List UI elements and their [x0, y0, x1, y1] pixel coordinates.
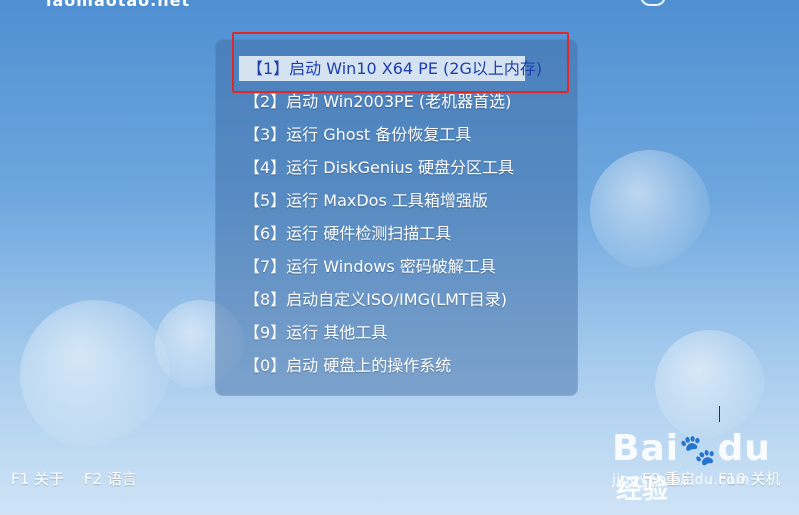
paw-icon: 🐾 — [679, 433, 718, 468]
footer-f2-language[interactable]: F2 语言 — [84, 468, 137, 489]
menu-item-label: 【3】运行 Ghost 备份恢复工具 — [244, 125, 472, 144]
highlight-annotation-box — [232, 32, 569, 93]
menu-item-7[interactable]: 【7】运行 Windows 密码破解工具 — [240, 254, 504, 279]
footer-f9-restart[interactable]: F9 重启 — [642, 468, 695, 489]
background-bubble — [590, 150, 710, 270]
brand-logo-text: laomaotao.net — [46, 0, 191, 10]
menu-item-label: 【2】启动 Win2003PE (老机器首选) — [244, 92, 512, 111]
top-right-icon — [640, 0, 666, 6]
baidu-jingyan-watermark: Bai🐾du经验 jingyan.baidu.com — [612, 428, 799, 506]
menu-item-label: 【4】运行 DiskGenius 硬盘分区工具 — [244, 158, 515, 177]
menu-item-label: 【7】运行 Windows 密码破解工具 — [244, 257, 496, 276]
menu-item-label: 【9】运行 其他工具 — [244, 323, 388, 342]
menu-item-8[interactable]: 【8】启动自定义ISO/IMG(LMT目录) — [240, 287, 515, 312]
menu-item-label: 【8】启动自定义ISO/IMG(LMT目录) — [244, 290, 507, 309]
menu-item-4[interactable]: 【4】运行 DiskGenius 硬盘分区工具 — [240, 155, 522, 180]
background-bubble — [20, 300, 170, 450]
menu-item-3[interactable]: 【3】运行 Ghost 备份恢复工具 — [240, 122, 479, 147]
footer-f1-about[interactable]: F1 关于 — [11, 468, 64, 489]
menu-item-6[interactable]: 【6】运行 硬件检测扫描工具 — [240, 221, 459, 246]
menu-item-5[interactable]: 【5】运行 MaxDos 工具箱增强版 — [240, 188, 496, 213]
menu-item-9[interactable]: 【9】运行 其他工具 — [240, 320, 395, 345]
background-bubble — [655, 330, 765, 440]
text-cursor — [719, 406, 720, 422]
menu-item-label: 【5】运行 MaxDos 工具箱增强版 — [244, 191, 488, 210]
menu-item-label: 【6】运行 硬件检测扫描工具 — [244, 224, 452, 243]
footer-f10-shutdown[interactable]: F10 关机 — [718, 468, 780, 489]
watermark-logo: Bai🐾du — [612, 428, 771, 469]
menu-item-0[interactable]: 【0】启动 硬盘上的操作系统 — [240, 353, 459, 378]
menu-item-label: 【0】启动 硬盘上的操作系统 — [244, 356, 452, 375]
